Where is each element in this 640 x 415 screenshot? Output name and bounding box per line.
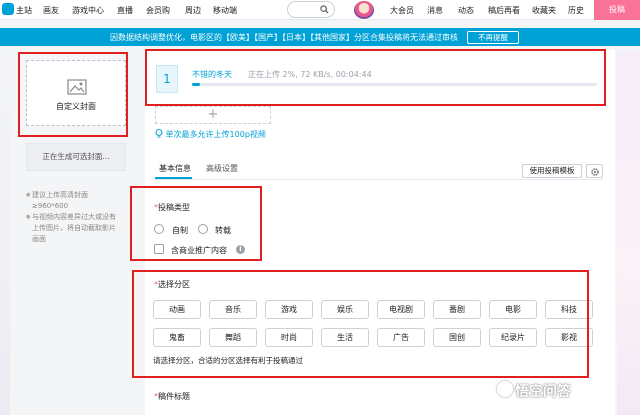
gear-icon bbox=[591, 168, 599, 176]
original-radio[interactable] bbox=[154, 224, 164, 234]
upload-button[interactable]: 投稿 bbox=[594, 0, 640, 20]
notice-text: 因数据结构调整优化，电影区的【欧美】【国产】【日本】【其他国家】分区合集投稿将无… bbox=[110, 33, 458, 42]
watermark: 悟空问答 bbox=[515, 384, 571, 400]
upload-limit-text: 单次最多允许上传100p视频 bbox=[165, 130, 266, 139]
zone-title: *选择分区 bbox=[154, 280, 190, 289]
nav-main[interactable]: 主站 bbox=[16, 5, 32, 16]
avatar[interactable] bbox=[353, 0, 375, 20]
upload-limit-hint: 单次最多允许上传100p视频 bbox=[155, 129, 266, 140]
search-icon[interactable] bbox=[320, 5, 329, 14]
generating-covers-status: 正在生成可选封面... bbox=[26, 143, 126, 171]
page-background-right bbox=[617, 50, 640, 415]
post-type-title: *投稿类型 bbox=[154, 203, 190, 212]
notice-bar: 因数据结构调整优化，电影区的【欧美】【国产】【日本】【其他国家】分区合集投稿将无… bbox=[0, 28, 640, 46]
zone-fashion[interactable]: 时尚 bbox=[265, 328, 313, 347]
lightbulb-icon bbox=[155, 129, 163, 138]
zone-documentary[interactable]: 纪录片 bbox=[489, 328, 537, 347]
nav-mobile[interactable]: 移动端 bbox=[213, 5, 237, 16]
nav-membership-shop[interactable]: 会员购 bbox=[146, 5, 170, 16]
zone-bangumi[interactable]: 番剧 bbox=[433, 300, 481, 319]
nav-vip[interactable]: 大会员 bbox=[390, 5, 414, 16]
zone-animation[interactable]: 动画 bbox=[153, 300, 201, 319]
zone-technology[interactable]: 科技 bbox=[545, 300, 593, 319]
custom-cover-upload[interactable]: 自定义封面 bbox=[26, 60, 126, 126]
zone-film-tv[interactable]: 影视 bbox=[545, 328, 593, 347]
zone-dance[interactable]: 舞蹈 bbox=[209, 328, 257, 347]
cover-tip: 与视频内容差异过大或没有上传图片，将自动截取影片画面 bbox=[26, 212, 122, 245]
watermark-logo-icon bbox=[497, 381, 513, 397]
zone-entertainment[interactable]: 娱乐 bbox=[321, 300, 369, 319]
upload-progress-bar bbox=[192, 83, 597, 86]
nav-merch[interactable]: 周边 bbox=[185, 5, 201, 16]
cover-tip: 建议上传高清封面≥960*600 bbox=[26, 190, 122, 212]
original-radio-label[interactable]: 自制 bbox=[172, 225, 188, 236]
zone-guochuang[interactable]: 国创 bbox=[433, 328, 481, 347]
repost-radio-label[interactable]: 转载 bbox=[215, 225, 231, 236]
commercial-checkbox[interactable] bbox=[154, 244, 164, 254]
nav-huayou[interactable]: 画友 bbox=[43, 5, 59, 16]
tab-divider bbox=[155, 179, 603, 180]
upload-progress-fill bbox=[192, 83, 201, 86]
file-name[interactable]: 不错的冬天 bbox=[192, 69, 232, 80]
zone-game[interactable]: 游戏 bbox=[265, 300, 313, 319]
search-input[interactable] bbox=[287, 1, 335, 18]
nav-watch-later[interactable]: 稿后再看 bbox=[488, 5, 520, 16]
repost-radio[interactable] bbox=[198, 224, 208, 234]
nav-favorites[interactable]: 收藏夹 bbox=[532, 5, 556, 16]
zone-ads[interactable]: 广告 bbox=[377, 328, 425, 347]
zone-life[interactable]: 生活 bbox=[321, 328, 369, 347]
zone-hint: 请选择分区，合适的分区选择有利于投稿通过 bbox=[153, 356, 303, 365]
nav-history[interactable]: 历史 bbox=[568, 5, 584, 16]
file-index: 1 bbox=[156, 65, 178, 93]
nav-messages[interactable]: 消息 bbox=[427, 5, 443, 16]
cover-label: 自定义封面 bbox=[56, 102, 96, 111]
info-icon[interactable]: i bbox=[236, 245, 245, 254]
zone-movie[interactable]: 电影 bbox=[489, 300, 537, 319]
add-video-button[interactable]: + bbox=[155, 106, 271, 124]
page-background-left bbox=[0, 50, 10, 415]
nav-dynamics[interactable]: 动态 bbox=[458, 5, 474, 16]
tab-advanced-settings[interactable]: 高级设置 bbox=[206, 163, 238, 174]
upload-status: 正在上传 2%, 72 KB/s, 00:04:44 bbox=[248, 70, 372, 79]
template-settings-button[interactable] bbox=[586, 164, 603, 178]
commercial-checkbox-label[interactable]: 含商业推广内容 bbox=[171, 245, 227, 256]
cover-tips: 建议上传高清封面≥960*600 与视频内容差异过大或没有上传图片，将自动截取影… bbox=[26, 190, 122, 245]
image-icon bbox=[67, 79, 87, 95]
nav-game-center[interactable]: 游戏中心 bbox=[72, 5, 104, 16]
use-template-button[interactable]: 使用投稿模板 bbox=[522, 164, 582, 178]
dismiss-notice-button[interactable]: 不再提醒 bbox=[467, 31, 519, 44]
nav-live[interactable]: 直播 bbox=[117, 5, 133, 16]
zone-tv-series[interactable]: 电视剧 bbox=[377, 300, 425, 319]
tab-basic-info[interactable]: 基本信息 bbox=[159, 163, 191, 174]
upload-file-row: 1 不错的冬天 正在上传 2%, 72 KB/s, 00:04:44 bbox=[152, 57, 603, 105]
zone-kichiku[interactable]: 鬼畜 bbox=[153, 328, 201, 347]
bilibili-logo-icon[interactable] bbox=[2, 3, 14, 15]
zone-music[interactable]: 音乐 bbox=[209, 300, 257, 319]
title-field-label: *稿件标题 bbox=[154, 392, 190, 401]
top-nav: 主站 画友 游戏中心 直播 会员购 周边 移动端 大会员 消息 动态 稿后再看 … bbox=[0, 0, 640, 20]
